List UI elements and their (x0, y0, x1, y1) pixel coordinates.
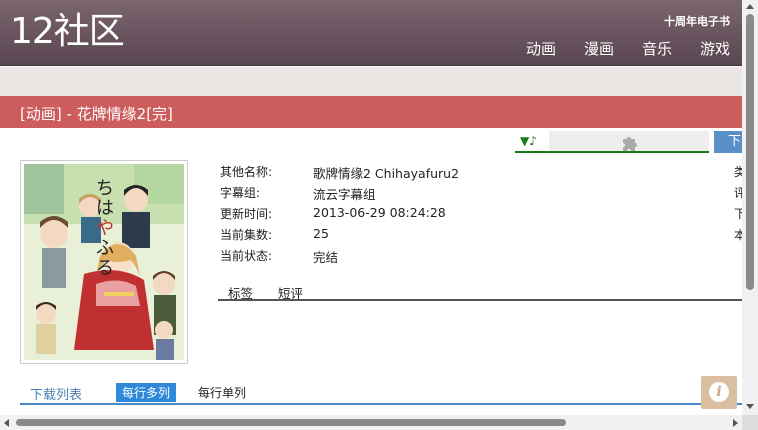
vertical-scrollbar[interactable] (742, 0, 758, 415)
svg-text:ち: ち (96, 178, 114, 199)
info-label: 更新时间: (220, 207, 273, 221)
tab-tags[interactable]: 标签 (228, 283, 253, 302)
anime-poster[interactable]: ち は や ふ る (20, 160, 188, 364)
sub-header-band (0, 67, 742, 96)
music-note-icon[interactable]: ▼♪ (515, 131, 549, 153)
svg-text:や: や (96, 218, 114, 239)
main-nav: 动画 漫画 音乐 游戏 (526, 38, 730, 59)
info-icon: i (709, 382, 729, 402)
edge-label: 类 (734, 165, 742, 179)
nav-item-music[interactable]: 音乐 (642, 38, 672, 59)
info-tabs: 标签 短评 (218, 282, 742, 301)
tab-short-reviews[interactable]: 短评 (278, 283, 303, 302)
puzzle-piece-icon (623, 137, 637, 151)
download-list-header: 下载列表 每行多列 每行单列 (20, 380, 742, 405)
svg-text:ふ: ふ (96, 238, 114, 259)
layout-multi-column-button[interactable]: 每行多列 (116, 383, 177, 402)
scroll-down-arrow-icon[interactable] (746, 404, 754, 409)
edge-label: 评 (734, 186, 742, 200)
scrollbar-corner (742, 415, 758, 430)
scroll-right-arrow-icon[interactable] (733, 419, 738, 427)
vertical-scroll-thumb[interactable] (746, 14, 754, 290)
nav-item-manga[interactable]: 漫画 (584, 38, 614, 59)
info-label: 其他名称: (220, 165, 273, 179)
info-label: 当前集数: (220, 228, 273, 242)
plugin-placeholder[interactable] (549, 131, 709, 153)
site-logo[interactable]: 12社区 (10, 14, 125, 50)
svg-text:は: は (96, 198, 114, 219)
horizontal-scroll-thumb[interactable] (16, 419, 566, 426)
resource-toolbar: ▼♪ 下 (515, 131, 744, 153)
horizontal-scrollbar[interactable] (0, 415, 742, 430)
info-value[interactable]: 流云字幕组 (313, 184, 376, 203)
ebook-link[interactable]: 十周年电子书 (664, 13, 730, 29)
download-list-title: 下载列表 (30, 388, 83, 403)
info-value: 2013-06-29 08:24:28 (313, 205, 446, 220)
info-label: 当前状态: (220, 249, 273, 263)
info-label: 字幕组: (220, 186, 261, 200)
help-button[interactable]: i (701, 376, 737, 409)
download-button[interactable]: 下 (714, 131, 744, 153)
nav-item-games[interactable]: 游戏 (700, 38, 730, 59)
page-title-bar: [动画] - 花牌情缘2[完] (0, 96, 742, 128)
poster-image: ち は や ふ る (24, 164, 184, 360)
nav-item-anime[interactable]: 动画 (526, 38, 556, 59)
scroll-up-arrow-icon[interactable] (746, 4, 754, 9)
site-header: 12社区 十周年电子书 动画 漫画 音乐 游戏 (0, 0, 742, 66)
info-value: 完结 (313, 250, 339, 265)
page-title: [动画] - 花牌情缘2[完] (20, 105, 173, 123)
right-info-column: 类 评 下 本 (734, 163, 742, 247)
scroll-left-arrow-icon[interactable] (4, 419, 9, 427)
edge-label: 本 (734, 228, 742, 242)
svg-text:る: る (96, 258, 114, 279)
edge-label: 下 (734, 207, 742, 221)
info-value: 歌牌情缘2 Chihayafuru2 (313, 166, 460, 181)
info-value: 25 (313, 226, 329, 241)
layout-single-column-button[interactable]: 每行单列 (198, 384, 246, 401)
